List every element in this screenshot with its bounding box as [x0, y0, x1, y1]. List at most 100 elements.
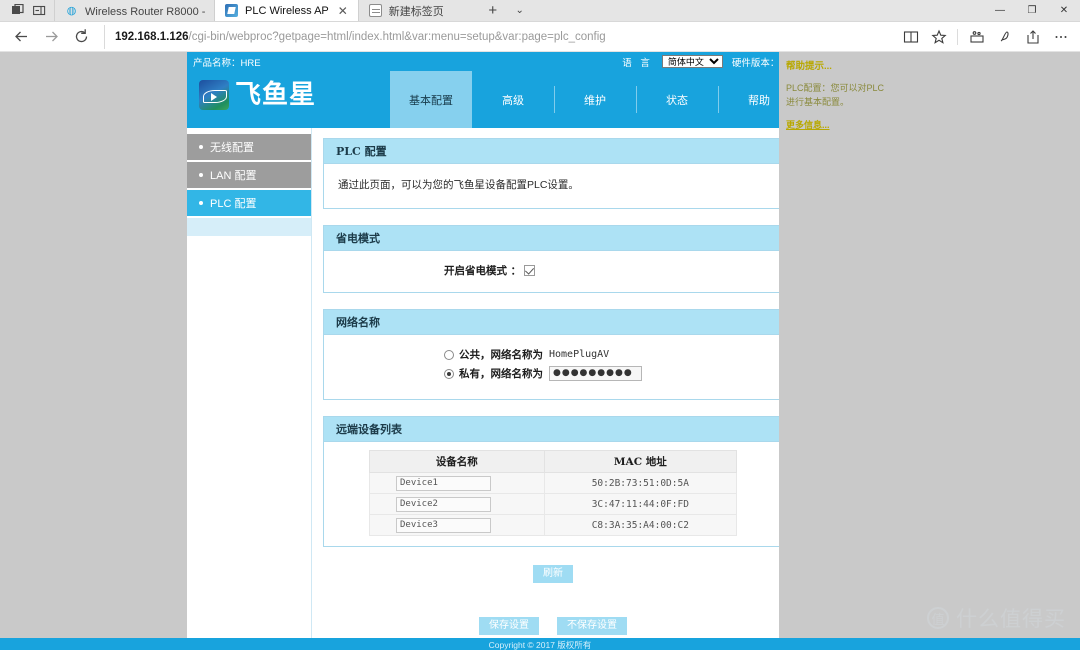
- close-window-button[interactable]: ✕: [1048, 0, 1080, 21]
- browser-toolbar-actions: [897, 23, 1074, 51]
- table-header: 设备名称 MAC 地址: [369, 450, 738, 473]
- device-name-input[interactable]: Device2: [396, 496, 491, 512]
- tab-preview-icon[interactable]: [6, 0, 28, 22]
- product-name-value: HRE: [240, 57, 261, 69]
- close-icon[interactable]: ✕: [336, 5, 350, 17]
- reload-icon[interactable]: [66, 23, 96, 51]
- panel-body: 开启省电模式 ：: [324, 251, 782, 292]
- refresh-button[interactable]: 刷新: [533, 565, 573, 583]
- nav-tab-status[interactable]: 状态: [636, 71, 718, 128]
- network-name-public-row: 公共，网络名称为 HomePlugAV: [336, 347, 770, 362]
- toolbar-divider: [957, 28, 958, 45]
- remote-device-table: 设备名称 MAC 地址 Device1 50:2B:73:51:0D:5A De…: [369, 450, 738, 536]
- network-name-private-input[interactable]: ●●●●●●●●●: [549, 366, 642, 381]
- device-name-input[interactable]: Device1: [396, 475, 491, 491]
- column-header-mac-address: MAC 地址: [543, 450, 738, 473]
- tabstrip-left-icons: [0, 0, 54, 21]
- url-path: /cgi-bin/webproc?getpage=html/index.html…: [188, 30, 606, 43]
- hub-icon[interactable]: [963, 23, 990, 51]
- panel-title: PLC 配置: [324, 139, 782, 164]
- back-icon[interactable]: [6, 23, 36, 51]
- plc-config-intro-panel: PLC 配置 通过此页面，可以为您的飞鱼星设备配置PLC设置。: [323, 138, 783, 209]
- device-name-cell: Device3: [369, 514, 545, 536]
- r8000-favicon: ◍: [66, 5, 77, 17]
- set-tabs-aside-icon[interactable]: [28, 0, 50, 22]
- device-name-cell: Device2: [369, 493, 545, 515]
- save-settings-button[interactable]: 保存设置: [479, 617, 539, 635]
- tab-title: Wireless Router R8000 - 网: [85, 5, 206, 18]
- language-label: 语 言: [622, 57, 653, 69]
- window-controls: — ❐ ✕: [984, 0, 1080, 21]
- network-name-private-radio[interactable]: [444, 368, 454, 379]
- discard-settings-button[interactable]: 不保存设置: [557, 617, 627, 635]
- network-name-panel: 网络名称 公共，网络名称为 HomePlugAV 私有，网络名称为 ●●●●●●…: [323, 309, 783, 400]
- tabstrip-right-controls: + ⌄: [480, 0, 532, 21]
- sidebar-item-label: PLC 配置: [210, 198, 257, 210]
- power-save-panel: 省电模式 开启省电模式 ：: [323, 225, 783, 293]
- product-name-label: 产品名称：: [193, 57, 241, 69]
- device-mac-cell: 3C:47:11:44:0F:FD: [543, 493, 738, 515]
- sidebar-item-label: 无线配置: [210, 142, 254, 154]
- table-row: Device3 C8:3A:35:A4:00:C2: [369, 514, 738, 536]
- forward-icon[interactable]: [36, 23, 66, 51]
- minimize-button[interactable]: —: [984, 0, 1016, 21]
- web-note-icon[interactable]: [991, 23, 1018, 51]
- language-select[interactable]: 简体中文 English: [661, 55, 723, 68]
- bullet-icon: [199, 173, 203, 177]
- panel-title: 省电模式: [324, 226, 782, 251]
- nav-tab-basic-config[interactable]: 基本配置: [390, 71, 472, 128]
- url-host: 192.168.1.126: [115, 30, 189, 43]
- device-mac-cell: 50:2B:73:51:0D:5A: [543, 472, 738, 494]
- table-body: Device1 50:2B:73:51:0D:5A Device2 3C:47:…: [369, 472, 738, 536]
- browser-tabstrip: ◍ Wireless Router R8000 - 网 PLC Wireless…: [0, 0, 1080, 22]
- remote-device-list-panel: 远端设备列表 设备名称 MAC 地址 Device1 50:2B:73:51:0…: [323, 416, 783, 547]
- table-row: Device1 50:2B:73:51:0D:5A: [369, 472, 738, 494]
- sidebar-item-plc-config[interactable]: PLC 配置: [187, 190, 311, 216]
- network-name-public-radio[interactable]: [444, 349, 454, 360]
- bullet-icon: [199, 145, 203, 149]
- panel-description: 通过此页面，可以为您的飞鱼星设备配置PLC设置。: [338, 179, 579, 191]
- help-panel: 帮助提示... PLC配置：您可以对PLC进行基本配置。 更多信息...: [779, 52, 893, 649]
- browser-tab-new[interactable]: 新建标签页: [357, 0, 478, 21]
- power-save-checkbox[interactable]: [524, 265, 536, 276]
- device-name-input[interactable]: Device3: [396, 517, 491, 533]
- network-name-private-label: 私有，网络名称为: [459, 368, 543, 380]
- sidebar-item-lan-config[interactable]: LAN 配置: [187, 162, 311, 188]
- address-bar[interactable]: 192.168.1.126/cgi-bin/webproc?getpage=ht…: [104, 24, 891, 49]
- help-body: PLC配置：您可以对PLC进行基本配置。: [786, 83, 885, 107]
- panel-title: 网络名称: [324, 310, 782, 335]
- reading-view-icon[interactable]: [897, 23, 924, 51]
- power-save-row: 开启省电模式 ：: [336, 263, 770, 278]
- network-name-public-label: 公共，网络名称为: [459, 349, 543, 361]
- maximize-button[interactable]: ❐: [1016, 0, 1048, 21]
- browser-window: ◍ Wireless Router R8000 - 网 PLC Wireless…: [0, 0, 1080, 650]
- tab-title: PLC Wireless AP: [245, 4, 329, 17]
- sidebar-item-wireless-config[interactable]: 无线配置: [187, 134, 311, 160]
- panel-body: 设备名称 MAC 地址 Device1 50:2B:73:51:0D:5A De…: [324, 450, 782, 536]
- page-left-gutter: [0, 52, 187, 649]
- new-tab-button[interactable]: +: [480, 0, 506, 22]
- nav-tab-advanced[interactable]: 高级: [472, 71, 554, 128]
- favorites-star-icon[interactable]: [925, 23, 952, 51]
- power-save-label: 开启省电模式 ：: [444, 265, 522, 277]
- more-icon[interactable]: [1047, 23, 1074, 51]
- refresh-button-row: 刷新: [323, 563, 783, 583]
- nav-tab-maintenance[interactable]: 维护: [554, 71, 636, 128]
- bullet-icon: [199, 201, 203, 205]
- panel-title: 远端设备列表: [324, 417, 782, 442]
- browser-tab-r8000[interactable]: ◍ Wireless Router R8000 - 网: [54, 0, 214, 21]
- page-viewport: 产品名称：HRE 语 言 简体中文 English 硬件版本：A1 固件版本：G…: [0, 52, 1080, 649]
- browser-tab-plc-wireless-ap[interactable]: PLC Wireless AP ✕: [214, 0, 358, 21]
- device-name-cell: Device1: [369, 472, 545, 494]
- save-buttons-row: 保存设置 不保存设置: [323, 617, 783, 635]
- sidebar-item-label: LAN 配置: [210, 170, 257, 182]
- plc-favicon: [225, 4, 238, 17]
- help-more-link[interactable]: 更多信息...: [786, 119, 886, 133]
- chevron-down-icon[interactable]: ⌄: [508, 0, 532, 22]
- share-icon[interactable]: [1019, 23, 1046, 51]
- hardware-version-label: 硬件版本：: [731, 57, 780, 69]
- network-name-private-row: 私有，网络名称为 ●●●●●●●●●: [336, 366, 770, 381]
- product-name: 产品名称：HRE: [193, 55, 261, 69]
- help-title: 帮助提示...: [786, 61, 832, 72]
- brand-logo[interactable]: 飞鱼星: [199, 80, 316, 110]
